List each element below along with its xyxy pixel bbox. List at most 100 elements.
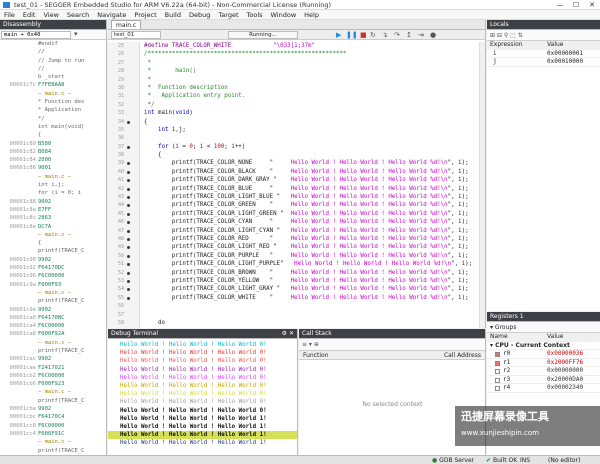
disassembly-row[interactable]: 00001cbc F64170C4 <box>0 413 106 421</box>
continue-icon[interactable]: ▶ <box>336 31 341 39</box>
locals-row[interactable]: i 0x00000001 <box>487 50 600 58</box>
code-line[interactable]: 34 { <box>108 118 478 126</box>
disassembly-row[interactable]: printf(TRACE_C <box>0 347 106 355</box>
local-value[interactable]: 0x00010000 <box>547 58 583 67</box>
menu-tools[interactable]: Tools <box>243 10 267 20</box>
code-line[interactable]: 51 printf(TRACE_COLOR_LIGHT_PURPLE" Hell… <box>108 260 478 268</box>
line-number[interactable]: 56 <box>110 302 124 310</box>
code-line[interactable]: 57 <box>108 311 478 319</box>
breakpoint-marker-icon[interactable] <box>127 170 130 174</box>
disassembly-row[interactable]: int i,j; <box>0 181 106 189</box>
code-line[interactable]: 44 printf(TRACE_COLOR_GREEN " Hello Worl… <box>108 201 478 209</box>
disassembly-row[interactable]: 00001c84 2000 <box>0 156 106 164</box>
line-number[interactable]: 38 <box>110 151 124 159</box>
breakpoint-marker-icon[interactable] <box>127 279 130 283</box>
locals-toolbar-icons[interactable]: ⊞ ⊟ ⚲ ⬚ ⇅ <box>487 32 523 39</box>
disassembly-row[interactable]: // <box>0 48 106 56</box>
code-line[interactable]: 59 { <box>108 327 478 328</box>
code-line[interactable]: 30 * Function description <box>108 84 478 92</box>
breakpoint-marker-icon[interactable] <box>127 212 130 216</box>
menu-navigate[interactable]: Navigate <box>93 10 130 20</box>
disassembly-row[interactable]: 00001c92 F64170DC <box>0 264 106 272</box>
disassembly-row[interactable]: 00001c8a E7FF <box>0 206 106 214</box>
line-number[interactable]: 27 <box>110 59 124 67</box>
line-number[interactable]: 58 <box>110 319 124 327</box>
breakpoint-marker-icon[interactable] <box>127 296 130 300</box>
disassembly-row[interactable]: // Jump to run <box>0 57 106 65</box>
line-number[interactable]: 29 <box>110 76 124 84</box>
locals-col-value[interactable]: Value <box>547 41 563 50</box>
line-number[interactable]: 35 <box>110 126 124 134</box>
step-into-icon[interactable]: ↴ <box>382 31 388 39</box>
disassembly-row[interactable]: 00001cba 9902 <box>0 405 106 413</box>
code-line[interactable]: 25 #define TRACE_COLOR_WHITE "\033[1;37m" <box>108 42 478 50</box>
disassembly-address-input[interactable] <box>1 31 71 39</box>
disassembly-row[interactable]: #endif <box>0 40 106 48</box>
disassembly-row[interactable]: printf(TRACE_C <box>0 247 106 255</box>
code-area[interactable]: 25 #define TRACE_COLOR_WHITE "\033[1;37m"… <box>108 42 485 328</box>
code-line[interactable]: 31 * Application entry point. <box>108 92 478 100</box>
code-line[interactable]: 26 /*************************************… <box>108 50 478 58</box>
breakpoint-marker-icon[interactable] <box>127 263 130 267</box>
disassembly-row[interactable]: 00001c7c F7FEBAA8 <box>0 81 106 89</box>
disassembly-row[interactable]: { <box>0 131 106 139</box>
locals-row[interactable]: j 0x00010000 <box>487 58 600 67</box>
call-stack-options-icon[interactable]: ≡ ▾ ⊕ <box>299 341 319 348</box>
disassembly-row[interactable]: { <box>0 239 106 247</box>
line-number[interactable]: 54 <box>110 285 124 293</box>
code-line[interactable]: 53 printf(TRACE_COLOR_YELLOW " Hello Wor… <box>108 277 478 285</box>
line-number[interactable]: 49 <box>110 243 124 251</box>
line-number[interactable]: 34 <box>110 118 124 126</box>
build-status[interactable]: ✔ Built OK <box>486 456 517 464</box>
line-number[interactable]: 59 <box>110 327 124 328</box>
disassembly-row[interactable]: 00001c96 F6C00000 <box>0 272 106 280</box>
code-line[interactable]: 43 printf(TRACE_COLOR_LIGHT_BLUE " Hello… <box>108 193 478 201</box>
code-line[interactable]: 35 int i,j; <box>108 126 478 134</box>
disassembly-row[interactable]: 00001c8c 2863 <box>0 214 106 222</box>
register-row[interactable]: r4 0x00002340 <box>487 384 600 393</box>
line-number[interactable]: 52 <box>110 269 124 277</box>
register-value[interactable]: 0x00002340 <box>547 384 583 393</box>
code-line[interactable]: 45 printf(TRACE_COLOR_LIGHT_GREEN " Hell… <box>108 210 478 218</box>
line-number[interactable]: 36 <box>110 134 124 142</box>
line-number[interactable]: 25 <box>110 42 124 50</box>
terminal-tools-icon[interactable]: ⚙ ✕ <box>282 329 294 338</box>
code-line[interactable]: 32 */ <box>108 101 478 109</box>
disassembly-row[interactable]: 00001cb6 F000F923 <box>0 380 106 388</box>
menu-project[interactable]: Project <box>130 10 160 20</box>
line-number[interactable]: 42 <box>110 185 124 193</box>
disassembly-row[interactable]: 00001c86 9001 <box>0 164 106 172</box>
close-button[interactable]: ✕ <box>584 0 600 10</box>
disassembly-row[interactable]: — main.c — <box>0 90 106 98</box>
line-number[interactable]: 45 <box>110 210 124 218</box>
menu-file[interactable]: File <box>0 10 19 20</box>
stop-icon[interactable]: ■ <box>360 31 367 39</box>
run-to-cursor-icon[interactable]: ⇥ <box>418 31 424 39</box>
disassembly-row[interactable]: 00001cc4 F000F91C <box>0 430 106 438</box>
disassembly-row[interactable]: 00001cae F2417021 <box>0 364 106 372</box>
code-line[interactable]: 36 <box>108 134 478 142</box>
menu-view[interactable]: View <box>39 10 62 20</box>
disassembly-row[interactable]: 00001ca4 F6C00000 <box>0 322 106 330</box>
menu-window[interactable]: Window <box>267 10 301 20</box>
register-value[interactable]: 0x2000FF76 <box>547 359 583 368</box>
code-line[interactable]: 38 { <box>108 151 478 159</box>
breakpoint-marker-icon[interactable] <box>127 162 130 166</box>
register-value[interactable]: 0x00000036 <box>547 350 583 359</box>
line-number[interactable]: 43 <box>110 193 124 201</box>
disassembly-row[interactable]: — main.c — <box>0 388 106 396</box>
minimize-button[interactable]: — <box>552 0 568 10</box>
breakpoint-marker-icon[interactable] <box>127 179 130 183</box>
code-line[interactable]: 56 <box>108 302 478 310</box>
disassembly-row[interactable]: * Application <box>0 106 106 114</box>
code-line[interactable]: 58 do <box>108 319 478 327</box>
disassembly-row[interactable]: — main.c — <box>0 231 106 239</box>
disassembly-row[interactable]: — main.c — <box>0 289 106 297</box>
disassembly-row[interactable]: 00001c82 B084 <box>0 148 106 156</box>
registers-groups-button[interactable]: ▾ Groups <box>487 322 600 333</box>
maximize-button[interactable]: ☐ <box>568 0 584 10</box>
disassembly-row[interactable]: printf(TRACE_C <box>0 297 106 305</box>
register-row[interactable]: r3 0x20000DA0 <box>487 376 600 384</box>
line-number[interactable]: 28 <box>110 67 124 75</box>
menu-edit[interactable]: Edit <box>19 10 40 20</box>
